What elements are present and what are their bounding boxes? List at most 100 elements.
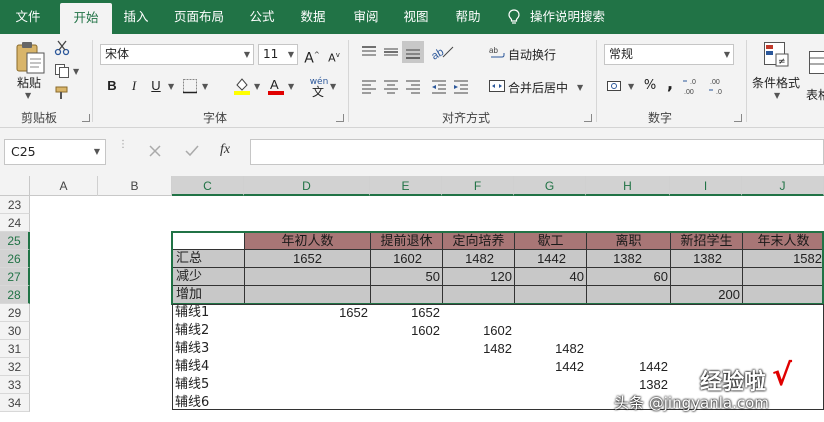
column-header-i[interactable]: I [670,176,742,196]
align-center-icon[interactable] [382,78,400,94]
conditional-formatting-icon[interactable]: ≠ [762,40,790,70]
clipboard-launcher[interactable] [82,114,90,122]
cell-label-helper-5[interactable]: 辅线5 [172,376,244,394]
font-launcher[interactable] [336,114,344,122]
row-header-27[interactable]: 27 [0,268,30,286]
number-launcher[interactable] [734,114,742,122]
name-box[interactable]: C25 ▼ [4,139,106,165]
font-color-icon[interactable]: A [266,76,286,96]
cell-label-helper-2[interactable]: 辅线2 [172,322,244,340]
format-as-table-icon[interactable] [808,50,824,78]
enter-check-icon[interactable] [184,144,200,158]
accounting-dropdown-arrow[interactable]: ▼ [628,82,634,91]
tab-view[interactable]: 视图 [394,0,438,34]
increase-indent-icon[interactable] [452,78,470,94]
cell-label-helper-4[interactable]: 辅线4 [172,358,244,376]
paste-dropdown-arrow[interactable]: ▼ [25,91,31,100]
italic-button[interactable]: I [124,76,144,96]
cell-label-helper-3[interactable]: 辅线3 [172,340,244,358]
merge-center-icon[interactable] [488,78,506,94]
copy-dropdown-arrow[interactable]: ▼ [73,67,79,76]
row-header-26[interactable]: 26 [0,250,30,268]
row-header-24[interactable]: 24 [0,214,30,232]
bold-button[interactable]: B [102,76,122,96]
drag-handle-icon[interactable]: ⋮ [118,140,128,162]
cell-g31[interactable]: 1482 [514,340,586,358]
column-header-g[interactable]: G [514,176,586,196]
select-all-corner[interactable] [0,176,30,196]
column-header-d[interactable]: D [244,176,370,196]
merge-center-button[interactable]: 合并后居中 [508,79,568,96]
column-header-f[interactable]: F [442,176,514,196]
cell-label-helper-1[interactable]: 辅线1 [172,304,244,322]
underline-button[interactable]: U [146,76,166,96]
comma-style-button[interactable]: , [660,74,680,94]
tab-review[interactable]: 审阅 [344,0,388,34]
increase-font-size-button[interactable]: A^ [302,45,322,67]
conditional-dropdown-arrow[interactable]: ▼ [774,91,780,100]
format-as-table-button[interactable]: 表格 [806,86,824,103]
borders-icon[interactable] [182,78,198,94]
wrap-text-button[interactable]: 自动换行 [508,46,556,63]
copy-icon[interactable] [54,63,70,79]
fill-color-dropdown-arrow[interactable]: ▼ [254,82,260,91]
conditional-formatting-button[interactable]: 条件格式 [752,74,800,91]
row-header-25[interactable]: 25 [0,232,30,250]
column-header-j[interactable]: J [742,176,824,196]
cancel-icon[interactable] [148,144,162,158]
tab-help[interactable]: 帮助 [446,0,490,34]
row-header-30[interactable]: 30 [0,322,30,340]
wrap-text-icon[interactable]: ab [488,45,506,61]
align-bottom-button-bg[interactable] [402,41,424,63]
tab-data[interactable]: 数据 [290,0,336,34]
font-color-dropdown-arrow[interactable]: ▼ [288,82,294,91]
tab-insert[interactable]: 插入 [114,0,158,34]
formula-input[interactable] [250,139,824,165]
row-header-28[interactable]: 28 [0,286,30,304]
column-header-e[interactable]: E [370,176,442,196]
tab-formulas[interactable]: 公式 [240,0,284,34]
underline-dropdown-arrow[interactable]: ▼ [168,82,174,91]
merge-dropdown-arrow[interactable]: ▼ [577,83,583,92]
insert-function-button[interactable]: fx [220,142,230,158]
accounting-format-icon[interactable] [606,78,624,94]
row-header-31[interactable]: 31 [0,340,30,358]
column-header-c[interactable]: C [172,176,244,196]
row-header-32[interactable]: 32 [0,358,30,376]
paste-button-label[interactable]: 粘贴 [17,74,41,91]
cell-e29[interactable]: 1652 [370,304,442,322]
decrease-font-size-button[interactable]: Av [324,45,344,65]
phonetic-dropdown-arrow[interactable]: ▼ [330,82,336,91]
font-name-select[interactable]: 宋体 ▼ [100,44,254,65]
number-format-select[interactable]: 常规 ▼ [604,44,734,65]
font-size-select[interactable]: 11 ▼ [258,44,298,65]
tell-me-search[interactable]: 操作说明搜索 [530,0,610,34]
decrease-decimal-icon[interactable]: .00 .0 [708,76,730,96]
alignment-launcher[interactable] [584,114,592,122]
align-right-icon[interactable] [404,78,422,94]
increase-decimal-icon[interactable]: .0 .00 [682,76,704,96]
tab-page-layout[interactable]: 页面布局 [164,0,234,34]
align-middle-icon[interactable] [382,44,400,60]
column-header-a[interactable]: A [30,176,98,196]
format-painter-icon[interactable] [54,85,70,101]
fill-color-icon[interactable] [232,76,252,96]
percent-style-button[interactable]: % [640,76,660,96]
row-header-34[interactable]: 34 [0,394,30,412]
cell-f31[interactable]: 1482 [442,340,514,358]
cut-icon[interactable] [54,40,70,56]
tab-home[interactable]: 开始 [60,3,112,34]
borders-dropdown-arrow[interactable]: ▼ [202,82,208,91]
cell-g32[interactable]: 1442 [514,358,586,376]
paste-icon[interactable] [14,40,48,76]
align-top-icon[interactable] [360,44,378,60]
decrease-indent-icon[interactable] [430,78,448,94]
row-header-29[interactable]: 29 [0,304,30,322]
align-left-icon[interactable] [360,78,378,94]
cell-f30[interactable]: 1602 [442,322,514,340]
row-header-33[interactable]: 33 [0,376,30,394]
cell-label-helper-6[interactable]: 辅线6 [172,394,244,412]
column-header-b[interactable]: B [98,176,172,196]
orientation-icon[interactable]: ab [430,43,456,61]
cell-d29[interactable]: 1652 [244,304,370,322]
